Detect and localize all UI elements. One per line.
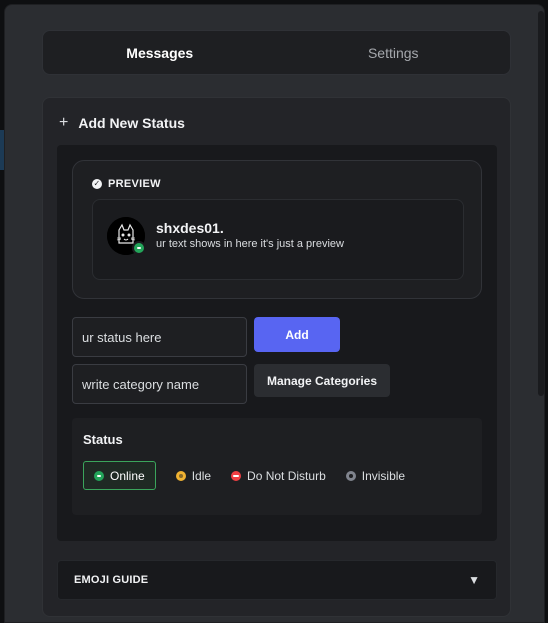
add-button[interactable]: Add <box>254 317 340 352</box>
user-preview: shxdes01. ur text shows in here it's jus… <box>92 199 464 280</box>
preview-header: ✓ PREVIEW <box>92 178 161 190</box>
preview-title: PREVIEW <box>108 178 161 190</box>
add-status-header[interactable]: + Add New Status <box>59 114 185 132</box>
status-text-input[interactable]: ur status here <box>72 317 247 357</box>
status-option-label: Invisible <box>361 468 406 483</box>
status-option-invisible[interactable]: Invisible <box>345 461 406 490</box>
online-dot-icon <box>94 470 104 481</box>
dnd-dot-icon <box>231 470 242 481</box>
status-option-label: Do Not Disturb <box>247 468 326 483</box>
preview-card: ✓ PREVIEW shxdes01. ur text shows in her… <box>72 160 482 299</box>
invisible-dot-icon <box>345 470 356 481</box>
tab-bar: Messages Settings <box>42 30 511 75</box>
caret-down-icon: ▼ <box>468 573 480 587</box>
tab-messages[interactable]: Messages <box>43 31 277 74</box>
scrollbar[interactable] <box>538 11 544 396</box>
status-options: Online Idle Do Not Disturb Invisible <box>83 461 425 490</box>
add-status-title: Add New Status <box>78 115 185 131</box>
preview-status-text: ur text shows in here it's just a previe… <box>156 238 344 250</box>
status-label: Status <box>83 432 123 447</box>
status-window: Messages Settings + Add New Status ✓ PRE… <box>4 4 545 623</box>
status-option-label: Idle <box>191 468 212 483</box>
check-circle-icon: ✓ <box>92 179 102 189</box>
status-option-idle[interactable]: Idle <box>175 461 212 490</box>
online-status-icon <box>132 241 146 255</box>
status-selector: Status Online Idle Do Not Disturb Invisi… <box>72 418 482 515</box>
plus-icon: + <box>59 114 69 131</box>
emoji-guide-toggle[interactable]: EMOJI GUIDE ▼ <box>57 560 497 600</box>
tab-settings[interactable]: Settings <box>277 31 511 74</box>
status-option-dnd[interactable]: Do Not Disturb <box>231 461 326 490</box>
emoji-guide-title: EMOJI GUIDE <box>74 574 149 586</box>
category-name-input[interactable]: write category name <box>72 364 247 404</box>
status-option-online[interactable]: Online <box>83 461 156 490</box>
add-status-body: ✓ PREVIEW shxdes01. ur text shows in her… <box>57 145 497 541</box>
status-option-label: Online <box>110 468 145 483</box>
idle-dot-icon <box>175 470 186 481</box>
manage-categories-button[interactable]: Manage Categories <box>254 364 390 397</box>
preview-username: shxdes01. <box>156 220 224 236</box>
add-status-panel: + Add New Status ✓ PREVIEW shxdes01. ur … <box>42 97 511 617</box>
